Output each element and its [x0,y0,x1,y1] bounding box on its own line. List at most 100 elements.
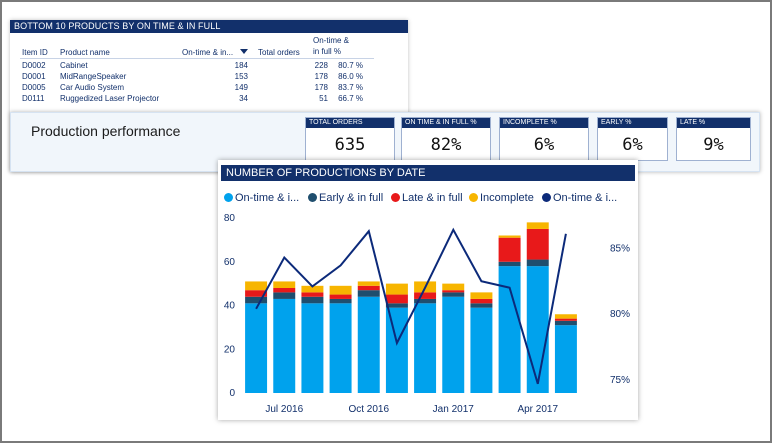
bar-late [273,288,296,293]
productions-by-date-chart: 0 20 40 60 80 75% 80% 85% Jul 2016 Oct 2016 Jan 20… [218,160,638,420]
kpi-value: 82% [430,135,462,155]
bar-on-time [554,325,577,393]
header-product-name[interactable]: Product name [60,48,110,58]
bar-early [329,298,352,304]
y2-tick-label: 80% [610,309,630,320]
table-cell-on_time: 184 [234,61,248,70]
kpi-value: 6% [533,135,555,155]
bar-late [329,294,352,299]
legend-dot-icon [224,193,233,202]
legend-label: Early & in full [319,192,384,204]
legend-item-early[interactable]: Early & in full [308,192,383,204]
x-tick-label: Apr 2017 [517,404,558,415]
kpi-label: EARLY % [598,118,667,128]
table-cell-on_time: 34 [239,94,248,103]
bar-late [357,285,380,291]
bar-incomplete [273,281,296,288]
x-tick-label: Oct 2016 [348,404,389,415]
bar-early [357,290,380,297]
legend-item-on-time-pct[interactable]: On-time & i... [542,192,617,204]
y2-tick-label: 85% [610,243,630,254]
kpi-value: 635 [334,135,366,155]
table-title: BOTTOM 10 PRODUCTS BY ON TIME & IN FULL [10,20,408,33]
legend-item-incomplete[interactable]: Incomplete [469,192,534,204]
kpi-label: ON TIME & IN FULL % [402,118,490,128]
kpi-late: LATE % 9% [676,117,751,161]
header-on-time[interactable]: On-time & in... [182,48,233,58]
table-cell-name: Cabinet [60,61,88,70]
bar-on-time [526,266,549,393]
bar-early [470,303,493,308]
table-cell-total: 178 [314,83,328,92]
y-tick-label: 60 [224,257,236,268]
chart-title: NUMBER OF PRODUCTIONS BY DATE [221,165,635,181]
bar-early [273,292,296,299]
sort-descending-icon[interactable] [240,49,248,54]
bar-on-time [245,303,268,393]
bar-incomplete [385,283,408,295]
y2-tick-label: 75% [610,375,630,386]
y-tick-label: 40 [224,301,236,312]
kpi-on-time-in-full: ON TIME & IN FULL % 82% [401,117,491,161]
kpi-incomplete: INCOMPLETE % 6% [499,117,589,161]
table-cell-name: Ruggedized Laser Projector [60,94,160,103]
bar-early [245,296,268,304]
kpi-value: 9% [703,135,724,155]
legend-label: On-time & i... [235,192,300,204]
legend-label: On-time & i... [553,192,618,204]
bar-late [385,294,408,304]
header-total-orders[interactable]: Total orders [258,48,300,58]
kpi-value: 6% [622,135,643,155]
table-cell-on_time: 149 [234,83,248,92]
header-pct-line1[interactable]: On-time & [313,36,349,46]
bar-on-time [329,303,352,393]
table-cell-pct: 86.0 % [338,72,363,81]
bar-incomplete [526,222,549,229]
table-cell-pct: 66.7 % [338,94,363,103]
bar-on-time [357,296,380,393]
x-tick-label: Jul 2016 [265,404,303,415]
table-cell-name: MidRangeSpeaker [60,72,127,81]
header-item-id[interactable]: Item ID [22,48,48,58]
bar-late [526,228,549,260]
legend-dot-icon [469,193,478,202]
legend-item-late[interactable]: Late & in full [391,192,463,204]
legend-item-on-time[interactable]: On-time & i... [224,192,299,204]
table-cell-id: D0001 [22,72,46,81]
kpi-label: TOTAL ORDERS [306,118,394,128]
legend-dot-icon [308,193,317,202]
table-cell-id: D0005 [22,83,46,92]
table-cell-pct: 80.7 % [338,61,363,70]
bar-early [301,296,324,304]
bar-incomplete [498,235,521,238]
header-divider [20,58,374,59]
bar-incomplete [554,314,577,319]
kpi-label: LATE % [677,118,750,128]
bar-early [554,320,577,326]
table-cell-id: D0111 [22,94,45,103]
legend-dot-icon [391,193,400,202]
bar-on-time [385,307,408,393]
table-cell-total: 228 [314,61,328,70]
table-cell-total: 51 [319,94,328,103]
bar-late [301,292,324,297]
performance-title: Production performance [31,123,181,139]
bar-on-time [470,307,493,393]
header-pct-line2[interactable]: in full % [313,47,341,57]
bar-late [498,237,521,262]
kpi-label: INCOMPLETE % [500,118,588,128]
bar-on-time [442,296,465,393]
bar-on-time [301,303,324,393]
bar-late [470,298,493,304]
table-cell-total: 178 [314,72,328,81]
bar-incomplete [442,283,465,291]
y-tick-label: 20 [224,344,236,355]
table-cell-pct: 83.7 % [338,83,363,92]
legend-dot-icon [542,193,551,202]
bar-late [442,290,465,293]
y-tick-label: 0 [229,388,235,399]
bar-on-time [414,303,437,393]
bar-early [498,261,521,267]
bar-incomplete [329,285,352,295]
legend-label: Incomplete [480,192,534,204]
